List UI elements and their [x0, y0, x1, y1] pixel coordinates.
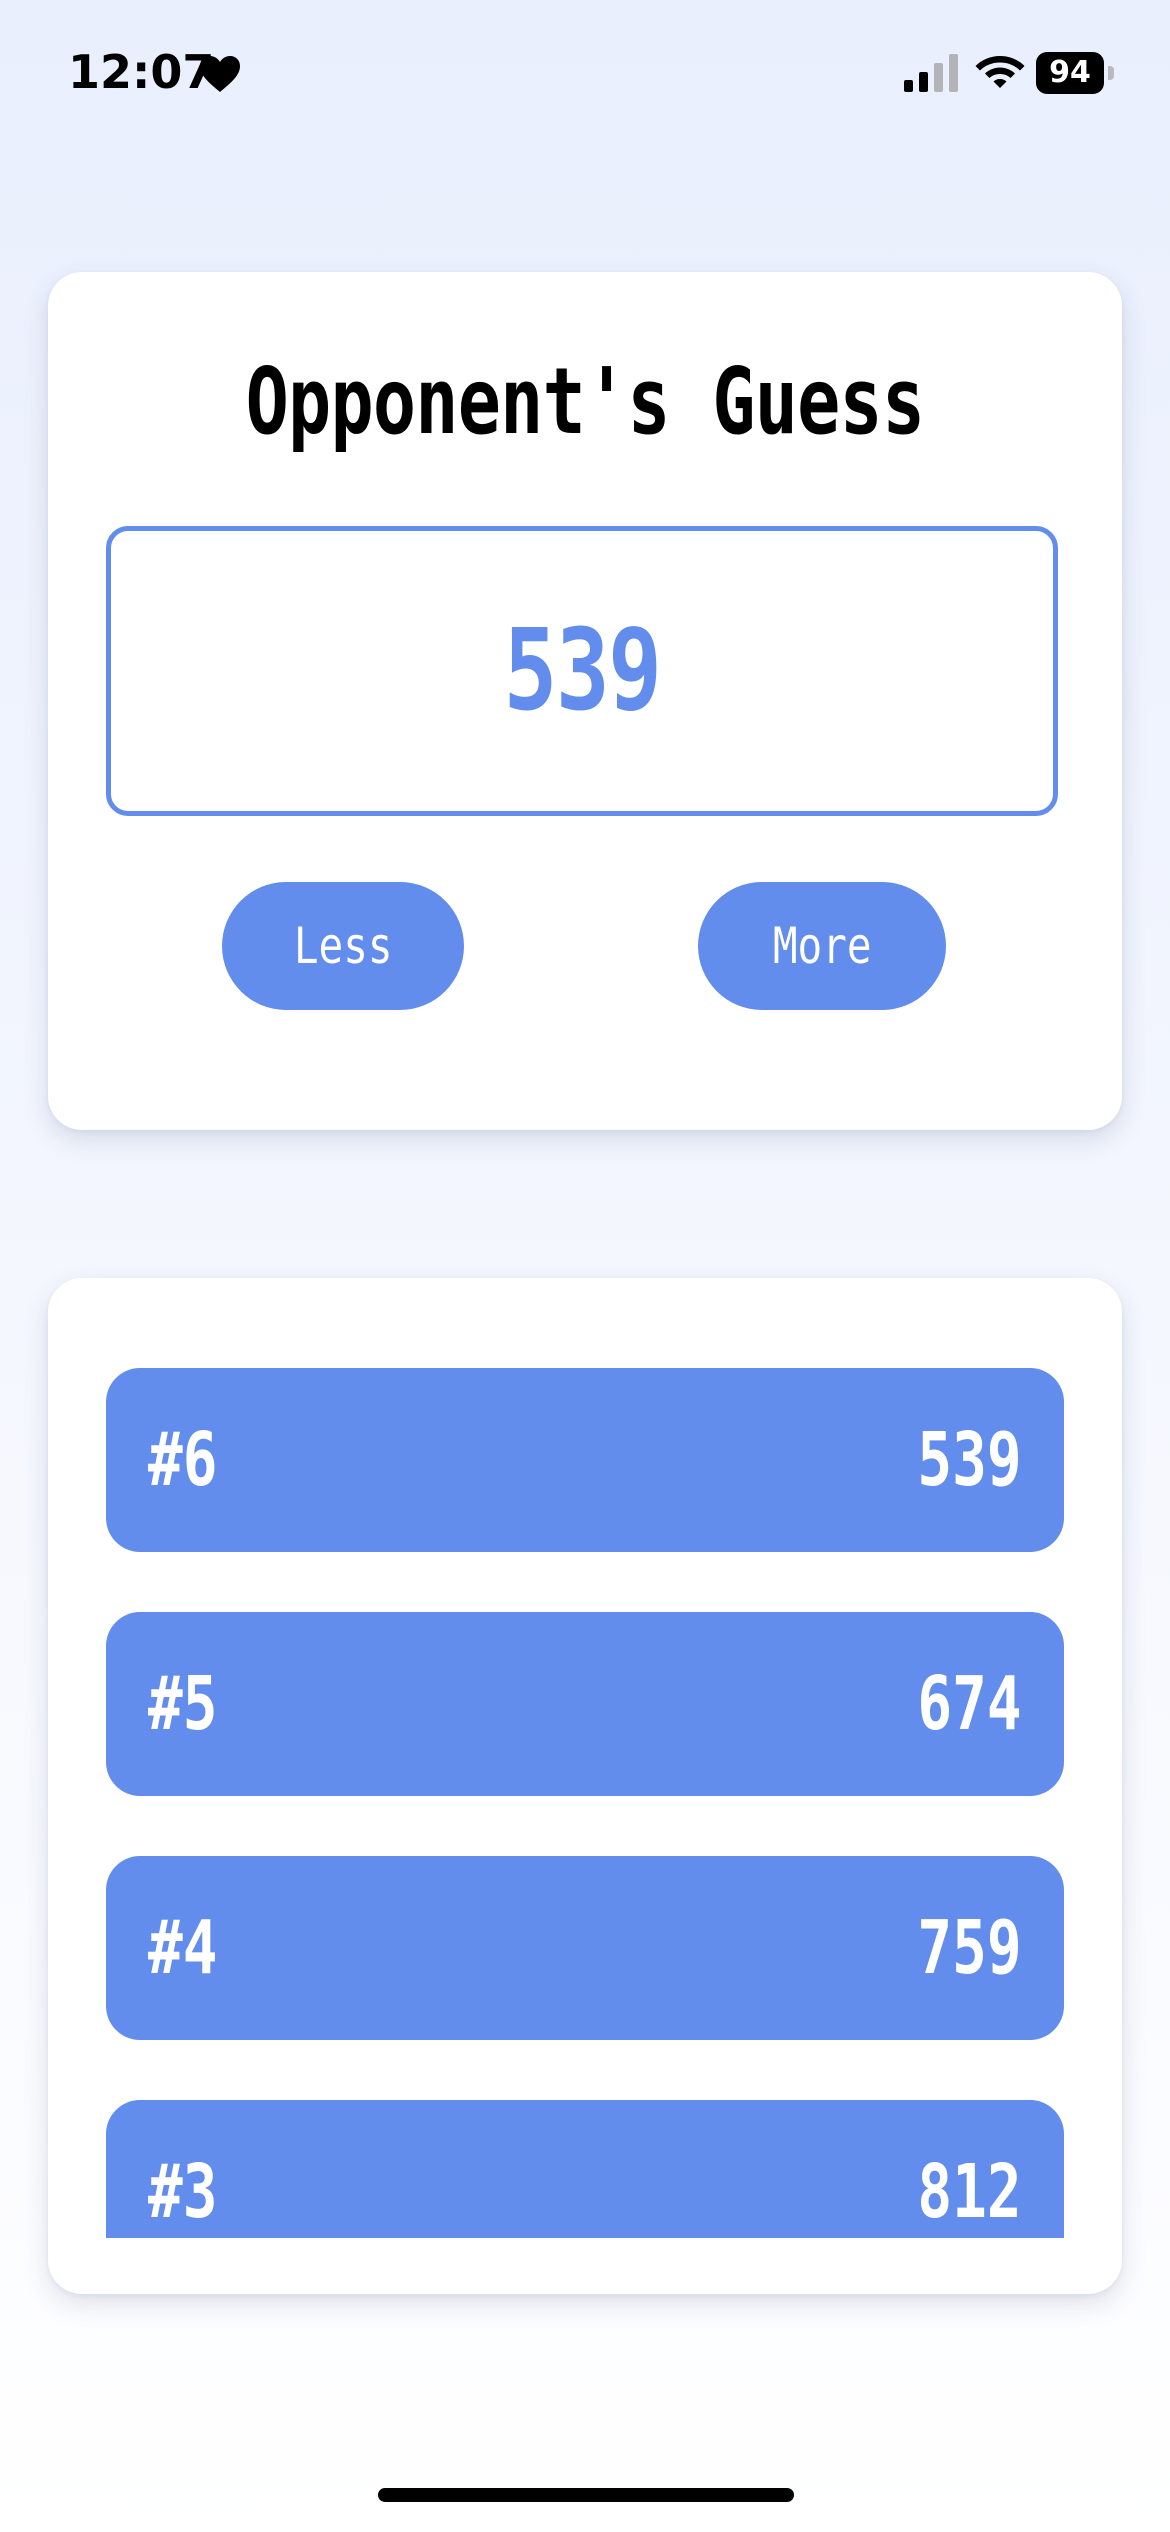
more-button-label: More [772, 917, 872, 975]
history-row: #3 812 [106, 2100, 1064, 2238]
less-button-label: Less [293, 917, 393, 975]
guess-history-card: #6 539 #5 674 #4 759 #3 812 [48, 1278, 1122, 2294]
more-button[interactable]: More [698, 882, 946, 1010]
battery-icon: 94 [1036, 52, 1116, 94]
history-row: #6 539 [106, 1368, 1064, 1552]
wifi-icon [975, 56, 1025, 88]
row-index: #4 [148, 1905, 218, 1991]
status-bar: 12:07 94 [0, 0, 1170, 150]
history-row: #4 759 [106, 1856, 1064, 2040]
row-value: 812 [917, 2149, 1022, 2235]
row-index: #5 [148, 1661, 218, 1747]
row-value: 539 [917, 1417, 1022, 1503]
battery-cap [1108, 66, 1114, 80]
less-button[interactable]: Less [222, 882, 464, 1010]
row-index: #6 [148, 1417, 218, 1503]
status-time: 12:07 [68, 45, 215, 99]
heart-icon [200, 56, 240, 92]
guess-card: Opponent's Guess 539 Less More [48, 272, 1122, 1130]
guess-display: 539 [106, 526, 1058, 816]
home-indicator[interactable] [378, 2488, 794, 2502]
row-value: 759 [917, 1905, 1022, 1991]
cellular-signal-icon [904, 54, 958, 92]
guess-title: Opponent's Guess [245, 348, 926, 455]
guess-history-list[interactable]: #6 539 #5 674 #4 759 #3 812 [106, 1368, 1064, 2238]
history-row: #5 674 [106, 1612, 1064, 1796]
battery-level: 94 [1036, 52, 1104, 94]
row-index: #3 [148, 2149, 218, 2235]
row-value: 674 [917, 1661, 1022, 1747]
guess-value: 539 [503, 606, 662, 736]
